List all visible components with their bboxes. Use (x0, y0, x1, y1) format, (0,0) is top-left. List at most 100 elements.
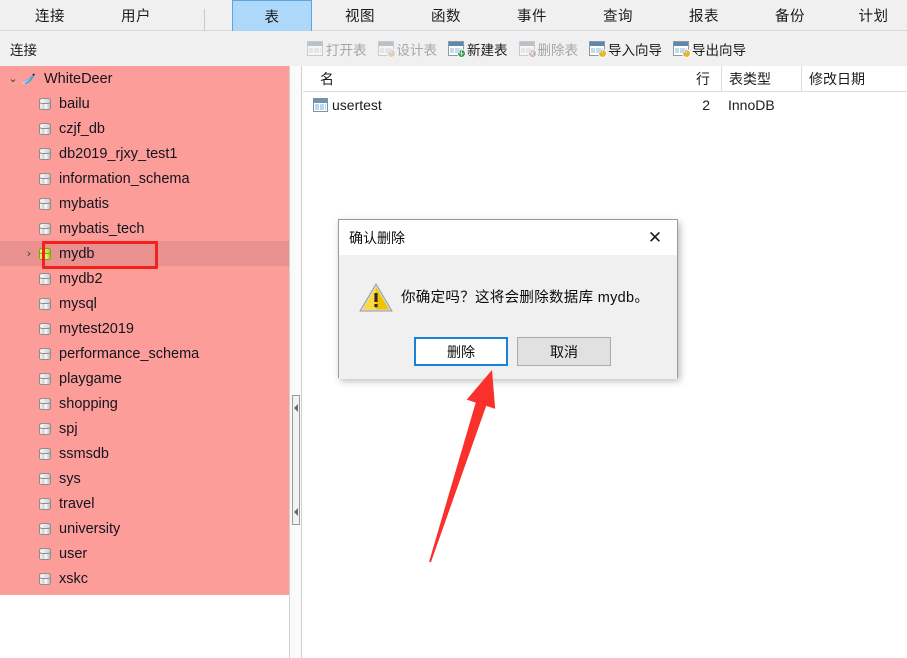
chevron-right-icon[interactable]: › (22, 241, 36, 266)
collapse-arrow-icon (294, 404, 298, 412)
tab-label: 函数 (431, 9, 461, 25)
mysql-connection-icon (20, 71, 38, 87)
nav icat-window: 连接 用户 表 视图 函数 事件 查询 报表 备份 计划 连接 打开表 设计表 … (0, 0, 907, 658)
tree-item-database[interactable]: university (0, 516, 289, 541)
tab-query[interactable]: 查询 (582, 0, 654, 31)
database-icon (38, 371, 52, 387)
database-icon (38, 571, 52, 587)
table-modified-cell (808, 92, 907, 118)
database-icon (38, 146, 52, 162)
tree-item-database[interactable]: czjf_db (0, 116, 289, 141)
tab-label: 计划 (858, 9, 889, 25)
toolbar-item-label: 设计表 (396, 42, 438, 58)
panel-splitter[interactable] (290, 66, 302, 658)
tree-item-database[interactable]: travel (0, 491, 289, 516)
icon-badge (386, 49, 396, 58)
toolbar-item-label: 导出向导 (692, 42, 746, 58)
tree-item-database[interactable]: mydb2 (0, 266, 289, 291)
tab-function[interactable]: 函数 (410, 0, 482, 31)
database-active-icon (38, 246, 52, 262)
tree-item-label: university (59, 520, 121, 537)
tree-item-database[interactable]: sys (0, 466, 289, 491)
tree-item-label: performance_schema (59, 345, 200, 362)
table-name-label: usertest (332, 97, 382, 113)
tree-item-label: db2019_rjxy_test1 (59, 145, 178, 162)
table-rowcount-cell: 2 (702, 97, 710, 113)
export-wizard-button[interactable]: 导出向导 (672, 37, 747, 61)
tab-connection[interactable]: 连接 (14, 0, 86, 31)
tree-item-label: mytest2019 (59, 320, 134, 337)
database-icon (38, 171, 52, 187)
table-type-cell: InnoDB (728, 97, 775, 113)
tree-item-database[interactable]: mytest2019 (0, 316, 289, 341)
tab-table[interactable]: 表 (232, 0, 312, 31)
chevron-down-icon[interactable]: ⌄ (6, 72, 20, 85)
tree-item-label: czjf_db (59, 120, 105, 137)
tree-item-database[interactable]: bailu (0, 91, 289, 116)
tree-item-database[interactable]: xskc (0, 566, 289, 591)
tree-item-label: WhiteDeer (44, 70, 113, 87)
tree-item-database[interactable]: mybatis_tech (0, 216, 289, 241)
database-icon (38, 196, 52, 212)
column-header[interactable]: 行 (595, 66, 717, 92)
tree-item-label: travel (59, 495, 95, 512)
close-icon[interactable]: ✕ (633, 220, 677, 255)
column-header-label: 修改日期 (809, 71, 865, 87)
table-list-body: usertest 2 InnoDB (303, 92, 907, 118)
connection-tree-panel[interactable]: ⌄ WhiteDeer bailu czjf_db db2019_rjxy_test1i… (0, 66, 290, 658)
tree-item-database[interactable]: shopping (0, 391, 289, 416)
tree-item-label: user (59, 545, 88, 562)
database-icon (38, 221, 52, 237)
tab-user[interactable]: 用户 (100, 0, 172, 31)
tree-item-label: shopping (59, 395, 118, 412)
database-icon (38, 346, 52, 362)
open-table-icon (307, 41, 323, 56)
column-header[interactable]: 表类型 (721, 66, 797, 92)
tree-item-database[interactable]: spj (0, 416, 289, 441)
tree-item-database[interactable]: ssmsdb (0, 441, 289, 466)
column-header[interactable]: 名 (313, 66, 595, 92)
icon-badge (598, 49, 607, 58)
open-table-button: 打开表 (306, 37, 368, 61)
tree-item-database[interactable]: db2019_rjxy_test1 (0, 141, 289, 166)
column-header[interactable]: 修改日期 (801, 66, 907, 92)
dialog-message: 你确定吗？这将会删除数据库 mydb。 (401, 290, 650, 306)
tree-item-database[interactable]: mysql (0, 291, 289, 316)
tree-item-database[interactable]: playgame (0, 366, 289, 391)
new-table-button[interactable]: + 新建表 (447, 37, 509, 61)
database-icon (38, 396, 52, 412)
database-icon (38, 321, 52, 337)
tree-item-database[interactable]: user (0, 541, 289, 566)
tree-item-database[interactable]: information_schema (0, 166, 289, 191)
design-table-button: 设计表 (377, 37, 439, 61)
icon-badge: × (527, 49, 537, 58)
tree-item-label: spj (59, 420, 78, 437)
delete-button[interactable]: 删除 (414, 337, 508, 366)
tab-event[interactable]: 事件 (496, 0, 568, 31)
tab-view[interactable]: 视图 (324, 0, 396, 31)
dialog-title-bar: 确认删除 ✕ (339, 220, 677, 255)
tree-item-database[interactable]: performance_schema (0, 341, 289, 366)
confirm-delete-dialog[interactable]: 确认删除 ✕ 你确定吗？这将会删除数据库 mydb。 删除 取消 (338, 219, 678, 379)
tree-item-database[interactable]: mybatis (0, 191, 289, 216)
tab-label: 用户 (121, 9, 151, 25)
splitter-grip[interactable] (292, 395, 300, 525)
database-icon (38, 96, 52, 112)
connections-panel-title: 连接 (10, 43, 37, 58)
tab-backup[interactable]: 备份 (754, 0, 826, 31)
database-icon (38, 496, 52, 512)
tree-item-label: xskc (59, 570, 88, 587)
tree-item-connection[interactable]: ⌄ WhiteDeer (0, 66, 289, 91)
tree-item-database[interactable]: › mydb (0, 241, 289, 266)
delete-button-label: 删除 (447, 343, 475, 360)
table-row[interactable]: usertest 2 InnoDB (303, 92, 907, 118)
import-wizard-button[interactable]: 导入向导 (588, 37, 663, 61)
tab-schedule[interactable]: 计划 (840, 0, 907, 31)
database-icon (38, 471, 52, 487)
cancel-button[interactable]: 取消 (517, 337, 611, 366)
icon-badge: + (457, 49, 466, 58)
tab-report[interactable]: 报表 (668, 0, 740, 31)
collapse-arrow-icon (294, 508, 298, 516)
column-header-label: 行 (696, 71, 710, 87)
tree-item-label: mysql (59, 295, 97, 312)
